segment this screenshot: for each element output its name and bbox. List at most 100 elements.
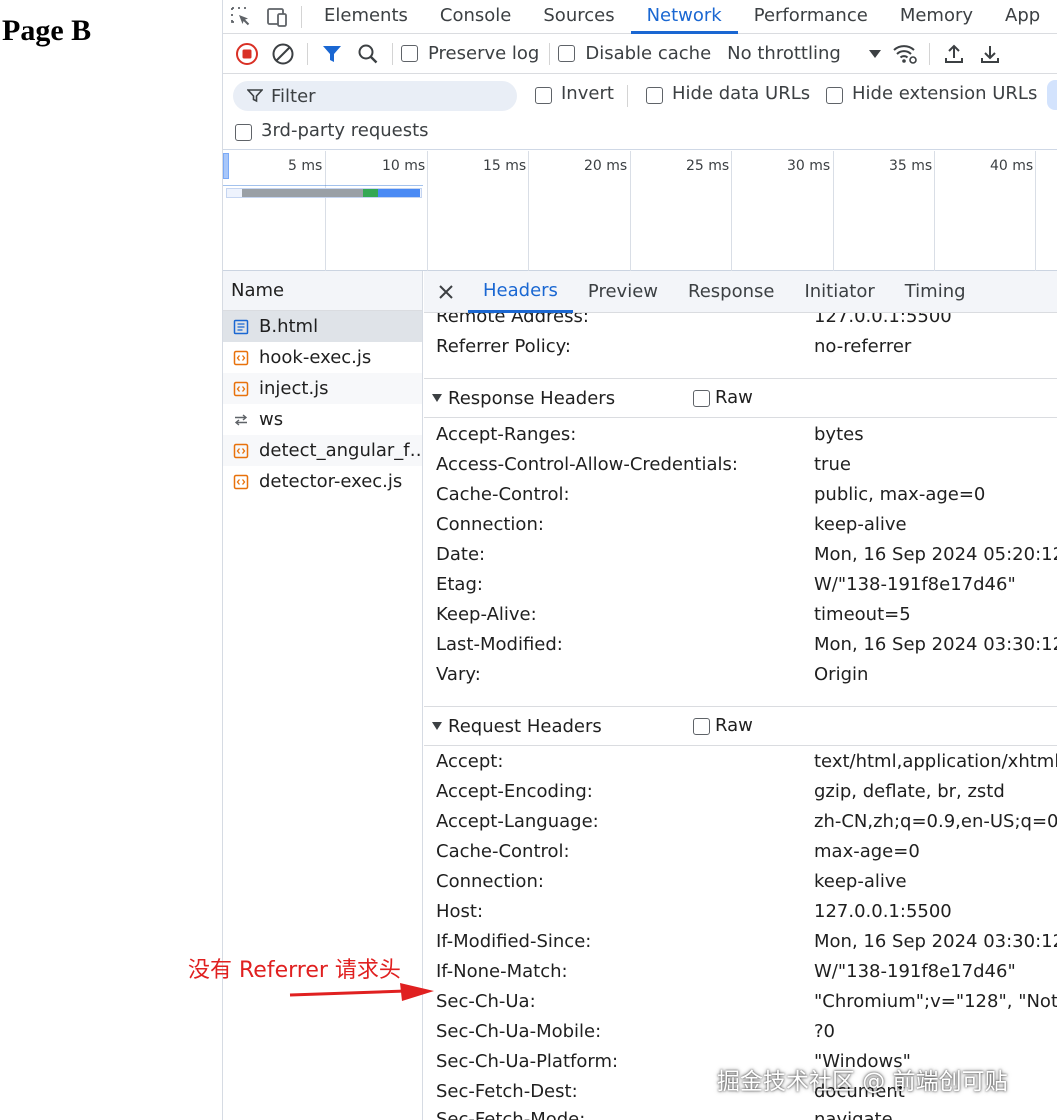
header-key: Sec-Fetch-Dest:: [436, 1081, 578, 1102]
tab-application[interactable]: App: [989, 0, 1056, 34]
header-key: Last-Modified:: [436, 634, 563, 655]
request-row[interactable]: detect_angular_f…: [223, 435, 422, 466]
filter-placeholder: Filter: [271, 85, 316, 107]
collapse-triangle-icon: [432, 394, 442, 402]
hide-data-urls-checkbox[interactable]: [646, 87, 663, 104]
type-filter-all-button[interactable]: [1047, 80, 1057, 110]
tab-network[interactable]: Network: [630, 0, 738, 34]
network-conditions-icon[interactable]: [887, 37, 923, 71]
header-key: Accept-Language:: [436, 811, 599, 832]
header-value: navigate: [814, 1109, 893, 1120]
header-value: Mon, 16 Sep 2024 03:30:12 G: [814, 931, 1057, 952]
header-key: Host:: [436, 901, 484, 922]
tab-preview[interactable]: Preview: [573, 271, 673, 313]
timeline-tick: 15 ms: [483, 158, 527, 174]
header-value: "Chromium";v="128", "Not;A: [814, 991, 1057, 1012]
tab-console[interactable]: Console: [424, 0, 527, 34]
header-key: Sec-Fetch-Mode:: [436, 1109, 586, 1120]
header-key: Sec-Ch-Ua-Platform:: [436, 1051, 619, 1072]
device-toolbar-icon[interactable]: [259, 0, 295, 34]
request-name: detector-exec.js: [259, 471, 403, 492]
header-value: no-referrer: [814, 336, 912, 357]
invert-label: Invert: [561, 83, 614, 104]
close-icon[interactable]: [424, 275, 468, 309]
timeline-overview[interactable]: 5 ms 10 ms 15 ms 20 ms 25 ms 30 ms 35 ms…: [223, 151, 1057, 271]
toolbar-divider: [627, 85, 628, 107]
tab-elements[interactable]: Elements: [308, 0, 424, 34]
waiting-bar: [242, 189, 363, 197]
timeline-tick: 30 ms: [787, 158, 831, 174]
inspect-element-icon[interactable]: [223, 0, 259, 34]
tab-performance[interactable]: Performance: [738, 0, 884, 34]
request-row[interactable]: B.html: [223, 311, 422, 342]
header-value: Mon, 16 Sep 2024 03:30:12 G: [814, 634, 1057, 655]
header-key: Etag:: [436, 574, 483, 595]
tab-timing[interactable]: Timing: [890, 271, 981, 313]
disable-cache-label: Disable cache: [585, 43, 712, 64]
tab-memory[interactable]: Memory: [884, 0, 989, 34]
header-value: W/"138-191f8e17d46": [814, 961, 1016, 982]
request-row[interactable]: ws: [223, 404, 422, 435]
raw-label: Raw: [715, 387, 753, 408]
request-headers-section[interactable]: Request Headers Raw: [424, 706, 1057, 746]
timeline-selection: [223, 185, 423, 186]
clear-icon[interactable]: [265, 37, 301, 71]
timeline-tick: 25 ms: [686, 158, 730, 174]
websocket-icon: [233, 412, 249, 428]
header-value: ?0: [814, 1021, 836, 1042]
name-column-header[interactable]: Name: [223, 271, 422, 311]
invert-checkbox[interactable]: [535, 87, 552, 104]
preserve-log-checkbox[interactable]: [401, 45, 418, 62]
header-value: gzip, deflate, br, zstd: [814, 781, 1005, 802]
ttfb-bar: [363, 189, 378, 197]
tab-sources[interactable]: Sources: [527, 0, 630, 34]
preserve-log-label: Preserve log: [428, 43, 540, 64]
filter-bar: Filter Invert Hide data URLs Hide extens…: [223, 74, 1057, 150]
header-value: 127.0.0.1:5500: [814, 901, 952, 922]
search-icon[interactable]: [350, 37, 386, 71]
header-value: bytes: [814, 424, 864, 445]
throttling-select[interactable]: No throttling: [727, 43, 841, 64]
filter-input[interactable]: Filter: [233, 81, 517, 111]
header-key: Cache-Control:: [436, 841, 570, 862]
header-key: Referrer Policy:: [436, 336, 571, 357]
filter-funnel-icon[interactable]: [314, 37, 350, 71]
toolbar-divider: [307, 42, 308, 65]
raw-checkbox[interactable]: [693, 718, 710, 735]
raw-checkbox[interactable]: [693, 390, 710, 407]
toolbar-divider: [928, 42, 930, 65]
third-party-label: 3rd-party requests: [261, 120, 429, 141]
header-key: Connection:: [436, 514, 544, 535]
request-row[interactable]: inject.js: [223, 373, 422, 404]
header-key: If-None-Match:: [436, 961, 568, 982]
stop-recording-icon[interactable]: [229, 37, 265, 71]
header-value: zh-CN,zh;q=0.9,en-US;q=0.8: [814, 811, 1057, 832]
header-value: Origin: [814, 664, 869, 685]
dropdown-arrow-icon[interactable]: [868, 49, 881, 58]
header-key: Accept:: [436, 751, 504, 772]
header-value: timeout=5: [814, 604, 911, 625]
request-detail: Headers Preview Response Initiator Timin…: [424, 271, 1057, 1120]
import-har-icon[interactable]: [936, 37, 972, 71]
request-row[interactable]: hook-exec.js: [223, 342, 422, 373]
download-bar: [378, 189, 420, 197]
request-name: B.html: [259, 316, 319, 337]
hide-extension-urls-checkbox[interactable]: [826, 87, 843, 104]
request-name: inject.js: [259, 378, 329, 399]
third-party-checkbox[interactable]: [235, 124, 252, 141]
request-row[interactable]: detector-exec.js: [223, 466, 422, 497]
tab-response[interactable]: Response: [673, 271, 789, 313]
request-name: hook-exec.js: [259, 347, 372, 368]
timeline-tick: 35 ms: [889, 158, 933, 174]
header-key: Accept-Ranges:: [436, 424, 577, 445]
script-icon: [233, 381, 249, 397]
filter-icon: [247, 89, 263, 103]
timeline-handle-left[interactable]: [223, 153, 229, 179]
header-key: Accept-Encoding:: [436, 781, 593, 802]
tab-initiator[interactable]: Initiator: [789, 271, 889, 313]
header-key: Sec-Ch-Ua:: [436, 991, 536, 1012]
disable-cache-checkbox[interactable]: [558, 45, 576, 62]
tab-headers[interactable]: Headers: [468, 271, 573, 313]
export-har-icon[interactable]: [972, 37, 1008, 71]
response-headers-section[interactable]: Response Headers Raw: [424, 378, 1057, 418]
